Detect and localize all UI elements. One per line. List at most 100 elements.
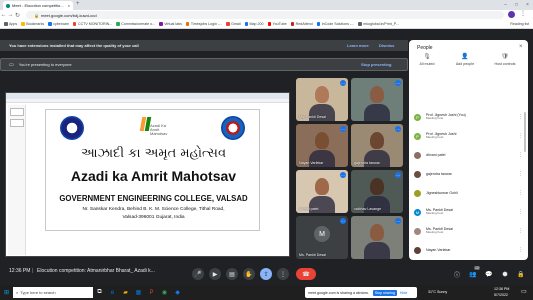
participant-more-icon[interactable]: ⋮ (518, 171, 523, 177)
participant-video (370, 132, 384, 149)
participant-more-icon[interactable]: ⋮ (518, 190, 523, 196)
participant-tile[interactable]: ⋯ dhvani patel (296, 170, 348, 213)
raise-hand-button[interactable]: ✋ (243, 268, 255, 280)
reload-icon[interactable]: ↻ (14, 12, 21, 19)
participant-list-item[interactable]: gajendra tanwar ⋮ (409, 167, 528, 181)
people-button[interactable]: 👥 12 (467, 266, 480, 280)
minimize-icon[interactable]: – (500, 0, 511, 10)
participant-tile[interactable]: ⋯ Ms. Pankti Desai (296, 78, 348, 121)
bookmark-item[interactable]: Commissionerate o... (116, 22, 155, 26)
hide-button[interactable]: Hide (400, 291, 407, 295)
bookmark-item[interactable]: RedAttend (290, 22, 313, 26)
file-explorer-icon[interactable]: ▰ (119, 286, 132, 299)
profile-avatar[interactable] (508, 11, 515, 18)
panel-scrollbar[interactable] (524, 112, 526, 152)
participant-tile[interactable]: ⋯ (351, 216, 403, 259)
bookmark-favicon-icon (290, 22, 295, 26)
captions-button[interactable]: ▤ (226, 268, 238, 280)
chat-button[interactable]: 💬 (483, 268, 495, 280)
mic-button[interactable]: 🎤 (192, 268, 204, 280)
taskbar-search-input[interactable]: ⌕ Type here to search (13, 287, 93, 298)
bookmark-favicon-icon (316, 22, 321, 26)
participant-list-item[interactable]: M Ms. Pankti Desai Meeting host ⋮ (409, 205, 528, 219)
close-window-icon[interactable]: × (522, 0, 533, 10)
notifications-icon[interactable]: ▭ (521, 288, 527, 295)
participant-tile[interactable]: ⋯ gajendra tanwar (351, 124, 403, 167)
participant-tile[interactable]: M ⋯ Ms. Pankti Desai (296, 216, 348, 259)
stop-sharing-button[interactable]: Stop sharing (372, 289, 397, 296)
forward-icon[interactable]: → (7, 12, 14, 18)
store-icon[interactable]: ▦ (132, 286, 145, 299)
bookmark-label: Apps (9, 22, 18, 26)
bookmark-item[interactable]: YouTube (267, 22, 287, 26)
close-tab-icon[interactable]: × (68, 3, 70, 8)
add-people-button[interactable]: 👤 Add people (447, 53, 483, 75)
more-options-button[interactable]: ⋮ (277, 268, 289, 280)
participant-name-block: dhvani patel (426, 153, 445, 157)
lock-icon: 🔒 (517, 271, 525, 278)
chrome-icon[interactable]: ◉ (158, 286, 171, 299)
bookmark-label: CCTV MONITORIN... (77, 22, 113, 26)
windows-start-icon[interactable]: ⊞ (0, 286, 13, 299)
edge-icon[interactable]: e (106, 286, 119, 299)
participant-list-item[interactable]: dhvani patel ⋮ (409, 148, 528, 162)
task-view-icon[interactable]: ⧉ (93, 286, 106, 299)
participant-more-icon[interactable]: ⋮ (518, 247, 523, 253)
people-panel-title: People (417, 45, 433, 51)
participant-tile[interactable]: ⋯ vaibhav Lavange (351, 170, 403, 213)
bookmark-item[interactable]: CCTV MONITORIN... (72, 22, 113, 26)
bookmark-item[interactable]: Virtual labs (159, 22, 182, 26)
participant-more-icon[interactable]: ⋮ (518, 114, 523, 120)
participant-tile[interactable]: ⋯ (351, 78, 403, 121)
present-button[interactable]: ⇪ (260, 268, 272, 280)
url-field[interactable]: 🔒 meet.google.com/bdj-kuwd-ocd (26, 11, 504, 19)
meeting-info-button[interactable]: ⓘ (451, 268, 463, 280)
close-panel-icon[interactable]: × (519, 44, 523, 50)
host-controls-button[interactable]: 🛡 Host controls (487, 53, 523, 75)
participant-more-icon[interactable]: ⋮ (518, 152, 523, 158)
new-tab-icon[interactable]: + (76, 1, 80, 7)
participant-list-item[interactable]: Jigneshkumar Gohil ⋮ (409, 186, 528, 200)
maximize-icon[interactable]: □ (511, 0, 522, 10)
slide-thumbnail[interactable] (10, 119, 24, 127)
bookmark-favicon-icon (226, 22, 230, 26)
bookmark-item[interactable]: Timesjobs Login -... (185, 22, 222, 26)
participant-list-item[interactable]: Ms. Pankti Desai Meeting host ⋮ (409, 224, 528, 238)
bookmark-item[interactable]: Bookmarks (21, 22, 44, 26)
lock-button[interactable]: 🔒 (515, 268, 527, 280)
bookmark-item[interactable]: mkoglobal.in/Print_P... (358, 22, 399, 26)
speaking-indicator-icon: ⋯ (340, 126, 346, 132)
powerpoint-icon[interactable]: P (145, 286, 158, 299)
bookmark-item[interactable]: InCode Solutions -... (316, 22, 354, 26)
bookmark-label: Virtual labs (164, 22, 182, 26)
participant-tile[interactable]: ⋯ Nayan Varlekar (296, 124, 348, 167)
participant-more-icon[interactable]: ⋮ (518, 133, 523, 139)
screen-share-notice: meet.google.com is sharing a window. Sto… (305, 287, 417, 298)
stop-presenting-button[interactable]: Stop presenting (361, 62, 391, 67)
app-icon[interactable]: ◆ (171, 286, 184, 299)
participant-list-item[interactable]: P Prof. Jignesh Joshi Meeting host ⋮ (409, 129, 528, 143)
leave-call-button[interactable]: ☎ (296, 268, 316, 280)
participant-more-icon[interactable]: ⋮ (518, 209, 523, 215)
browser-menu-icon[interactable]: ⋮ (520, 10, 526, 17)
learn-more-link[interactable]: Learn more (347, 43, 369, 48)
bookmark-item[interactable]: Map 200 (244, 22, 264, 26)
all-muted-button[interactable]: 🎙 All muted (409, 53, 445, 75)
reading-list-button[interactable]: Reading list (510, 22, 529, 26)
participant-more-icon[interactable]: ⋮ (518, 228, 523, 234)
back-icon[interactable]: ← (0, 12, 7, 18)
tab-meet[interactable]: Meet - Elocution competitio... × (3, 1, 73, 10)
activities-icon: ⬢ (502, 271, 508, 278)
participant-tile-name: vaibhav Lavange (354, 207, 382, 211)
participant-list-item[interactable]: P Prof. Jignesh Joshi (You) Meeting host ⋮ (409, 110, 528, 124)
dismiss-button[interactable]: Dismiss (379, 43, 394, 48)
presentation-view: Azadi Ka Amrit Mahotsav આઝાદી કા અમૃત મહ… (5, 92, 290, 257)
bookmark-item[interactable]: Apps (4, 22, 17, 26)
slide-thumbnail[interactable] (10, 108, 24, 116)
host-controls-label: Host controls (494, 62, 516, 66)
activities-button[interactable]: ⬢ (499, 268, 511, 280)
bookmark-item[interactable]: cyberoam (48, 22, 69, 26)
bookmark-item[interactable]: Gmail (226, 22, 241, 26)
camera-button[interactable]: ▶ (209, 268, 221, 280)
participant-list-item[interactable]: Nayan Varlekar ⋮ (409, 243, 528, 257)
